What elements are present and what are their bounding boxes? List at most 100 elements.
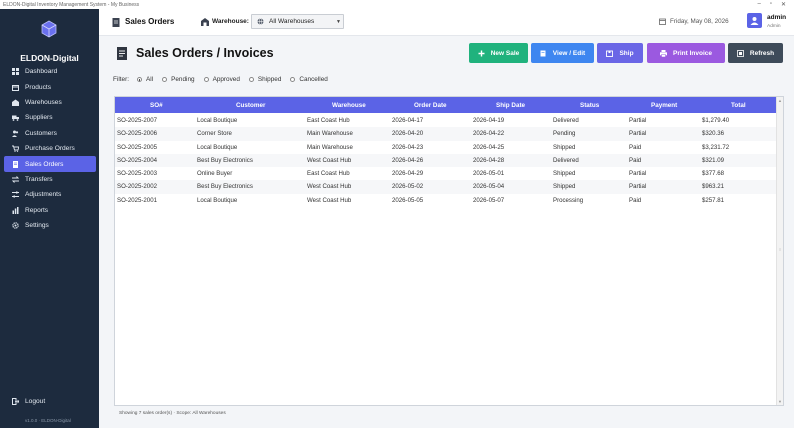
cell-total: $1,279.40 — [702, 117, 730, 124]
ship-button[interactable]: Ship — [597, 43, 643, 63]
sales-orders-table: SO# Customer Warehouse Order Date Ship D… — [114, 96, 784, 406]
sidebar-item-warehouses[interactable]: Warehouses — [4, 95, 96, 110]
sidebar-item-label: Customers — [25, 129, 57, 137]
sidebar-item-customers[interactable]: Customers — [4, 126, 96, 141]
cell-order-date: 2026-05-05 — [392, 196, 424, 204]
status-text: Showing 7 sales order(s) · Scope: All Wa… — [119, 411, 226, 416]
transfer-icon — [12, 176, 19, 183]
edit-icon — [540, 50, 547, 57]
cell-ship-date: 2026-05-04 — [473, 183, 505, 191]
sidebar-item-reports[interactable]: Reports — [4, 203, 96, 218]
sidebar-item-label: Products — [25, 83, 52, 91]
gear-icon — [12, 222, 19, 229]
filter-option-label: Cancelled — [299, 76, 328, 83]
globe-icon — [257, 18, 264, 25]
warehouse-icon — [201, 18, 209, 26]
minimize-icon[interactable]: – — [757, 1, 760, 8]
cell-ship-date: 2026-05-07 — [473, 196, 505, 204]
refresh-button[interactable]: Refresh — [728, 43, 783, 63]
radio-indicator — [136, 77, 142, 82]
cell-so: SO-2025-2002 — [117, 183, 157, 191]
cell-so: SO-2025-2006 — [117, 130, 157, 138]
cell-order-date: 2026-04-29 — [392, 170, 424, 178]
sidebar-item-purchase-orders[interactable]: Purchase Orders — [4, 141, 96, 156]
view-edit-button[interactable]: View / Edit — [531, 43, 594, 63]
column-header-order-date[interactable]: Order Date — [414, 102, 447, 109]
column-header-customer[interactable]: Customer — [236, 102, 265, 109]
box-icon — [12, 84, 19, 91]
column-header-warehouse[interactable]: Warehouse — [332, 102, 366, 109]
column-header-ship-date[interactable]: Ship Date — [496, 102, 525, 109]
sidebar-item-products[interactable]: Products — [4, 79, 96, 94]
cell-warehouse: East Coast Hub — [307, 117, 350, 124]
cell-payment: Partial — [629, 117, 647, 124]
new-sale-button[interactable]: New Sale — [469, 43, 528, 63]
column-header-so[interactable]: SO# — [150, 102, 163, 109]
radio-indicator — [203, 77, 209, 82]
cell-customer: Local Boutique — [197, 196, 238, 204]
sidebar-item-transfers[interactable]: Transfers — [4, 172, 96, 187]
filter-all-radio[interactable]: All — [136, 76, 153, 83]
calendar-icon — [659, 18, 666, 25]
cell-total: $320.36 — [702, 130, 725, 138]
filter-pending-radio[interactable]: Pending — [162, 76, 195, 83]
cell-so: SO-2025-2001 — [117, 196, 157, 204]
topbar-title: Sales Orders — [125, 17, 175, 26]
table-row[interactable]: SO-2025-2006 Corner Store Main Warehouse… — [115, 127, 777, 141]
receipt-icon — [12, 160, 19, 168]
sidebar-item-sales-orders[interactable]: Sales Orders — [4, 156, 96, 172]
ship-label: Ship — [619, 49, 634, 57]
table-row[interactable]: SO-2025-2004 Best Buy Electronics West C… — [115, 153, 777, 168]
warehouse-icon — [12, 99, 19, 106]
table-row[interactable]: SO-2025-2005 Local Boutique Main Warehou… — [115, 141, 777, 154]
cell-warehouse: West Coast Hub — [307, 156, 352, 164]
column-header-payment[interactable]: Payment — [651, 102, 677, 109]
cell-status: Shipped — [553, 183, 576, 191]
table-row[interactable]: SO-2025-2001 Local Boutique West Coast H… — [115, 194, 777, 207]
user-icon — [750, 17, 759, 25]
filter-shipped-radio[interactable]: Shipped — [248, 76, 282, 83]
logout-icon — [12, 398, 19, 405]
sidebar-item-dashboard[interactable]: Dashboard — [4, 64, 96, 79]
radio-indicator — [290, 77, 296, 82]
vertical-scrollbar[interactable]: ▲ ≡ ▼ — [776, 97, 783, 405]
close-icon[interactable]: ✕ — [781, 1, 786, 8]
table-row[interactable]: SO-2025-2003 Online Buyer East Coast Hub… — [115, 167, 777, 180]
cell-warehouse: Main Warehouse — [307, 143, 353, 151]
sidebar-item-adjustments[interactable]: Adjustments — [4, 187, 96, 202]
chevron-down-icon: ▼ — [336, 19, 341, 25]
receipt-icon — [112, 18, 120, 27]
cell-payment: Partial — [629, 130, 647, 138]
cell-order-date: 2026-04-20 — [392, 130, 424, 138]
logout-label: Logout — [25, 398, 46, 405]
column-header-status[interactable]: Status — [580, 102, 599, 109]
filter-option-label: Pending — [171, 76, 195, 83]
filter-label: Filter: — [113, 76, 129, 83]
cell-total: $257.81 — [702, 196, 725, 204]
app-logo-icon — [41, 20, 57, 38]
filter-cancelled-radio[interactable]: Cancelled — [290, 76, 328, 83]
scroll-up-icon[interactable]: ▲ — [778, 98, 782, 103]
cell-status: Pending — [553, 130, 576, 138]
cell-status: Processing — [553, 196, 584, 204]
logout-button[interactable]: Logout — [12, 398, 45, 405]
table-row[interactable]: SO-2025-2002 Best Buy Electronics West C… — [115, 180, 777, 194]
plus-icon — [478, 50, 485, 57]
warehouse-select[interactable]: All Warehouses ▼ — [251, 14, 344, 29]
scroll-grip-icon[interactable]: ≡ — [779, 247, 781, 252]
table-row[interactable]: SO-2025-2007 Local Boutique East Coast H… — [115, 114, 777, 127]
cell-status: Shipped — [553, 170, 576, 178]
cell-order-date: 2026-04-17 — [392, 117, 424, 124]
sidebar-item-settings[interactable]: Settings — [4, 218, 96, 233]
cell-customer: Local Boutique — [197, 143, 238, 151]
maximize-icon[interactable]: ▫ — [770, 1, 772, 8]
cell-total: $321.09 — [702, 156, 725, 164]
filter-option-label: Shipped — [257, 76, 282, 83]
print-invoice-button[interactable]: Print Invoice — [647, 43, 725, 63]
column-header-total[interactable]: Total — [731, 102, 746, 109]
scroll-down-icon[interactable]: ▼ — [778, 399, 782, 404]
filter-approved-radio[interactable]: Approved — [203, 76, 240, 83]
avatar[interactable] — [747, 13, 762, 28]
cell-status: Delivered — [553, 156, 579, 164]
sidebar-item-suppliers[interactable]: Suppliers — [4, 110, 96, 125]
